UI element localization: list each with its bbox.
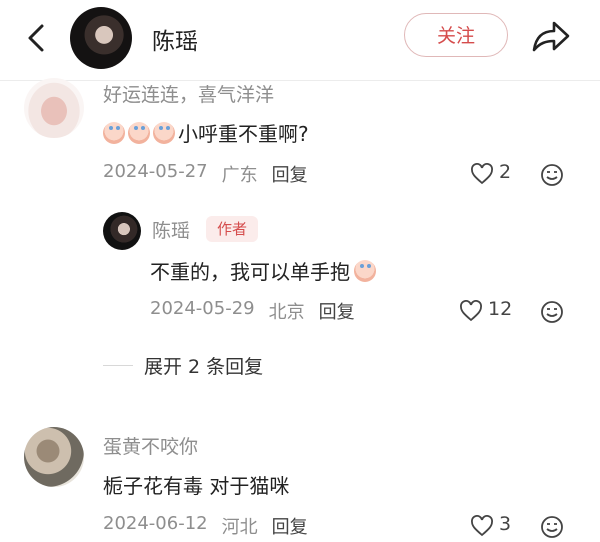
follow-button[interactable]: 关注 <box>404 13 508 57</box>
author-reply-avatar[interactable] <box>103 212 141 250</box>
reply-meta: 2024-05-29 北京 回复 <box>150 298 355 324</box>
author-name[interactable]: 陈瑶 <box>152 22 198 56</box>
emoji-icon <box>153 121 175 144</box>
emoji-icon <box>128 121 150 144</box>
author-avatar[interactable] <box>70 7 132 69</box>
commenter-name[interactable]: 蛋黄不咬你 <box>103 432 198 459</box>
back-icon[interactable] <box>18 20 54 56</box>
expand-replies-button[interactable]: 展开 2 条回复 <box>144 352 263 379</box>
share-icon[interactable] <box>528 16 572 56</box>
like-count: 12 <box>488 298 513 320</box>
comment-meta: 2024-05-27 广东 回复 <box>103 161 308 187</box>
author-badge: 作者 <box>206 216 258 242</box>
reply-button[interactable]: 回复 <box>272 513 308 539</box>
comment-date: 2024-05-27 <box>103 161 208 182</box>
comment-location: 河北 <box>221 517 258 538</box>
reply-user-name[interactable]: 陈瑶 <box>152 216 190 243</box>
like-count: 2 <box>499 161 512 183</box>
smile-icon[interactable] <box>540 515 564 539</box>
heart-icon[interactable] <box>470 515 494 537</box>
commenter-avatar[interactable] <box>24 78 84 138</box>
comment-meta: 2024-06-12 河北 回复 <box>103 513 308 539</box>
reply-text-body: 不重的，我可以单手抱 <box>150 260 350 284</box>
comment-text: 小呼重不重啊? <box>103 118 309 147</box>
reply-button[interactable]: 回复 <box>272 161 308 187</box>
like-count: 3 <box>499 513 512 535</box>
heart-icon[interactable] <box>459 300 483 322</box>
divider <box>103 365 133 366</box>
reply-date: 2024-05-29 <box>150 298 255 319</box>
heart-icon[interactable] <box>470 163 494 185</box>
reply-button[interactable]: 回复 <box>319 298 355 324</box>
comment-text: 栀子花有毒 对于猫咪 <box>103 474 290 498</box>
commenter-avatar[interactable] <box>24 427 84 487</box>
reply-location: 北京 <box>268 302 305 323</box>
commenter-name[interactable]: 好运连连，喜气洋洋 <box>103 80 274 107</box>
comment-date: 2024-06-12 <box>103 513 208 534</box>
comment-location: 广东 <box>221 165 258 186</box>
smile-icon[interactable] <box>540 300 564 324</box>
comment-text-body: 小呼重不重啊? <box>178 122 309 146</box>
reply-text: 不重的，我可以单手抱 <box>150 256 379 285</box>
smile-icon[interactable] <box>540 163 564 187</box>
emoji-icon <box>103 121 125 144</box>
emoji-icon <box>354 259 376 282</box>
